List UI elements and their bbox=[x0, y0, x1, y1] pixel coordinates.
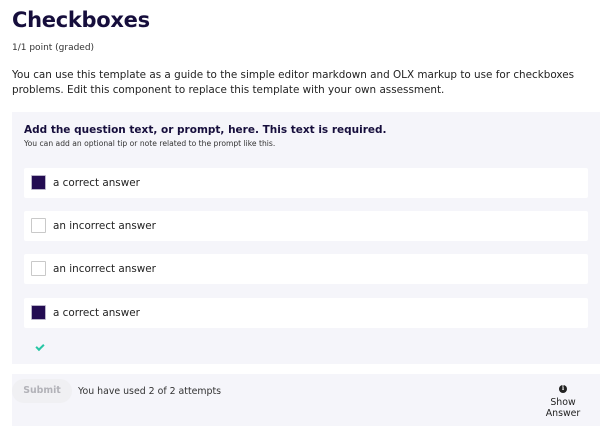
choice-label-2: an incorrect answer bbox=[53, 220, 156, 232]
checkbox-4[interactable] bbox=[31, 305, 46, 320]
choice-4[interactable]: a correct answer bbox=[24, 298, 588, 328]
attempts-text: You have used 2 of 2 attempts bbox=[78, 386, 222, 397]
page-title: Checkboxes bbox=[12, 8, 150, 32]
checkbox-2[interactable] bbox=[31, 218, 46, 233]
problem-description: You can use this template as a guide to … bbox=[12, 69, 575, 96]
question-tip: You can add an optional tip or note rela… bbox=[24, 139, 276, 148]
show-answer-label: Show Answer bbox=[545, 397, 581, 419]
problem-footer: Submit You have used 2 of 2 attempts i S… bbox=[12, 374, 600, 426]
choice-label-4: a correct answer bbox=[53, 307, 140, 319]
info-icon: i bbox=[559, 385, 567, 393]
correct-check-icon bbox=[35, 341, 45, 352]
problem-panel: Add the question text, or prompt, here. … bbox=[12, 112, 600, 364]
choice-label-3: an incorrect answer bbox=[53, 263, 156, 275]
question-prompt: Add the question text, or prompt, here. … bbox=[24, 124, 387, 136]
choice-1[interactable]: a correct answer bbox=[24, 168, 588, 198]
choice-3[interactable]: an incorrect answer bbox=[24, 254, 588, 284]
choice-2[interactable]: an incorrect answer bbox=[24, 211, 588, 241]
submit-button[interactable]: Submit bbox=[12, 379, 72, 403]
checkbox-1[interactable] bbox=[31, 175, 46, 190]
checkbox-3[interactable] bbox=[31, 261, 46, 276]
show-answer-button[interactable]: i Show Answer bbox=[532, 385, 594, 419]
choice-label-1: a correct answer bbox=[53, 177, 140, 189]
points-status: 1/1 point (graded) bbox=[12, 43, 95, 53]
